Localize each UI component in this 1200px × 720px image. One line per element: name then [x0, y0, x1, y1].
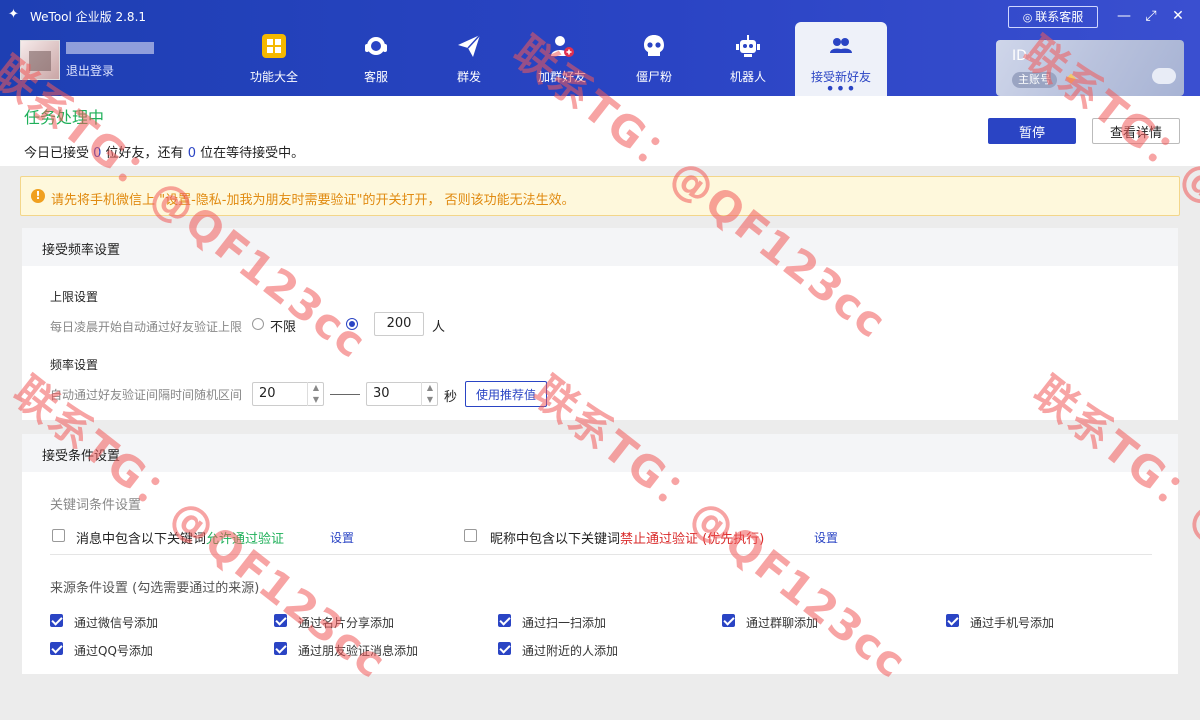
status-summary: 今日已接受 0 位好友，还有 0 位在等待接受中。: [24, 146, 305, 161]
headset-icon: [365, 37, 387, 55]
nickname-keyword-label: 昵称中包含以下关键词禁止通过验证 (优先执行): [490, 532, 765, 547]
warning-banner: ! 请先将手机微信上 "设置-隐私-加我为朋友时需要验证"的开关打开， 否则该功…: [20, 176, 1180, 216]
nav-customer-service[interactable]: 客服: [330, 22, 422, 96]
nav-broadcast[interactable]: 群发: [423, 22, 515, 96]
app-header: ✦ WeTool 企业版 2.8.1 ◎ 联系客服 — ⤢ ✕ 退出登录 功能大全…: [0, 0, 1200, 97]
user-box: 退出登录: [18, 40, 158, 84]
paper-plane-icon: [458, 34, 481, 57]
section-divider: [50, 554, 1152, 555]
diamond-icon: ◆: [1066, 71, 1076, 86]
main-account-badge: 主账号: [1012, 72, 1057, 88]
grid-icon: [262, 34, 286, 58]
minimize-icon[interactable]: —: [1114, 6, 1134, 26]
source-condition-label: 来源条件设置 (勾选需要通过的来源): [50, 581, 260, 596]
use-recommended-button[interactable]: 使用推荐值: [465, 381, 548, 407]
unlimited-label: 不限: [270, 320, 297, 335]
message-keyword-settings-link[interactable]: 设置: [330, 529, 354, 546]
warning-text: 请先将手机微信上 "设置-隐私-加我为朋友时需要验证"的开关打开， 否则该功能无…: [51, 193, 575, 208]
headset-small-icon: ◎: [1022, 11, 1033, 24]
frequency-settings-title: 接受频率设置: [42, 243, 121, 258]
warning-icon: !: [31, 189, 45, 203]
daily-limit-input[interactable]: 200: [374, 312, 424, 336]
nav-function-all[interactable]: 功能大全: [228, 22, 320, 96]
rate-min-stepper[interactable]: ▲ ▼: [307, 382, 323, 406]
increment-icon[interactable]: ▲: [308, 382, 324, 394]
nav-robot[interactable]: 机器人: [702, 22, 794, 96]
source-checkbox-card-share[interactable]: [274, 614, 287, 627]
source-checkbox-verify-message[interactable]: [274, 642, 287, 655]
limit-description: 每日凌晨开始自动通过好友验证上限: [50, 320, 243, 334]
nav-add-group-friends[interactable]: 加群好友: [516, 22, 608, 96]
robot-icon: [736, 35, 760, 57]
source-checkbox-group-chat[interactable]: [722, 614, 735, 627]
pause-button[interactable]: 暂停: [988, 118, 1076, 144]
source-label: 通过QQ号添加: [74, 644, 153, 658]
skull-icon: [644, 35, 664, 56]
nav-accept-new-friends[interactable]: 接受新好友 •••: [795, 22, 887, 97]
status-title: 任务处理中: [24, 108, 105, 127]
source-label: 通过朋友验证消息添加: [298, 644, 419, 658]
nickname-keyword-settings-link[interactable]: 设置: [814, 529, 838, 546]
nickname-keyword-checkbox[interactable]: [464, 529, 477, 542]
unlimited-radio[interactable]: [252, 318, 264, 330]
more-dots-icon[interactable]: •••: [795, 81, 887, 97]
contact-support-button[interactable]: ◎ 联系客服: [1008, 6, 1098, 28]
increment-icon[interactable]: ▲: [422, 382, 438, 394]
rate-settings-label: 频率设置: [50, 358, 99, 372]
rate-description: 自动通过好友验证间隔时间随机区间: [50, 388, 243, 402]
keyword-condition-label: 关键词条件设置: [50, 498, 142, 513]
view-details-button[interactable]: 查看详情: [1092, 118, 1180, 144]
frequency-settings-panel: 接受频率设置 上限设置 每日凌晨开始自动通过好友验证上限 不限 200 人 频率…: [22, 228, 1178, 420]
source-checkbox-phone[interactable]: [946, 614, 959, 627]
custom-limit-radio[interactable]: [346, 318, 358, 330]
wrench-logo-icon: ✦: [8, 7, 19, 22]
source-label: 通过名片分享添加: [298, 616, 395, 630]
nav-zombie-fans[interactable]: 僵尸粉: [608, 22, 700, 96]
decrement-icon[interactable]: ▼: [308, 394, 324, 406]
condition-settings-panel: 接受条件设置 关键词条件设置 消息中包含以下关键词允许通过验证 设置 昵称中包含…: [22, 434, 1178, 674]
source-checkbox-nearby[interactable]: [498, 642, 511, 655]
maximize-icon[interactable]: ⤢: [1141, 6, 1161, 26]
condition-settings-title: 接受条件设置: [42, 449, 121, 464]
user-name-redacted: [66, 42, 154, 54]
users-icon: [830, 38, 852, 53]
source-label: 通过微信号添加: [74, 616, 159, 630]
limit-unit: 人: [432, 320, 446, 335]
add-user-icon: [551, 36, 574, 57]
task-status-bar: 任务处理中 今日已接受 0 位好友，还有 0 位在等待接受中。 暂停 查看详情: [0, 96, 1200, 166]
waiting-count: 0: [187, 146, 196, 161]
account-id-label: ID:: [1012, 48, 1032, 64]
source-label: 通过扫一扫添加: [522, 616, 607, 630]
range-dash: [330, 394, 360, 395]
source-label: 通过群聊添加: [746, 616, 819, 630]
rate-max-stepper[interactable]: ▲ ▼: [421, 382, 437, 406]
account-card[interactable]: ID: 主账号 ◆: [996, 40, 1184, 96]
source-checkbox-wechat-id[interactable]: [50, 614, 63, 627]
rate-min-input[interactable]: 20 ▲ ▼: [252, 382, 324, 406]
rate-max-input[interactable]: 30 ▲ ▼: [366, 382, 438, 406]
source-label: 通过附近的人添加: [522, 644, 619, 658]
message-keyword-label: 消息中包含以下关键词允许通过验证: [76, 532, 285, 547]
logout-link[interactable]: 退出登录: [66, 62, 114, 79]
rate-unit: 秒: [444, 390, 458, 405]
close-icon[interactable]: ✕: [1168, 6, 1188, 26]
message-keyword-checkbox[interactable]: [52, 529, 65, 542]
decrement-icon[interactable]: ▼: [422, 394, 438, 406]
source-checkbox-scan[interactable]: [498, 614, 511, 627]
cloud-icon: [1152, 68, 1176, 84]
app-title: WeTool 企业版 2.8.1: [30, 10, 147, 24]
avatar[interactable]: [20, 40, 60, 80]
limit-settings-label: 上限设置: [50, 290, 99, 304]
source-checkbox-qq[interactable]: [50, 642, 63, 655]
source-label: 通过手机号添加: [970, 616, 1055, 630]
